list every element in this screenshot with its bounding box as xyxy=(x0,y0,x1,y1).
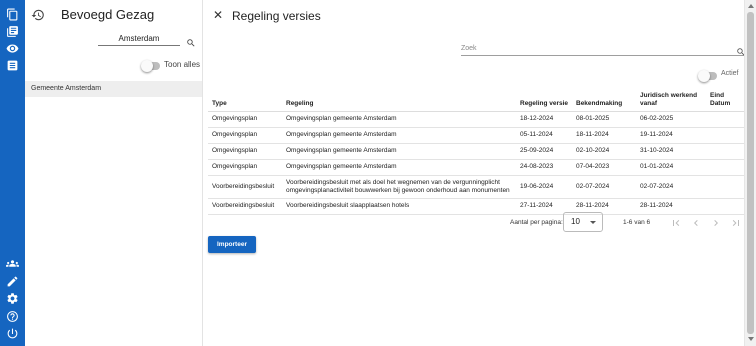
power-icon[interactable] xyxy=(6,327,19,340)
cell-type: Omgevingsplan xyxy=(208,143,282,160)
app-rail xyxy=(0,0,25,346)
page-size-select[interactable]: 10 xyxy=(563,212,603,232)
table-row[interactable]: Voorbereidingsbesluit Voorbereidingsbesl… xyxy=(208,198,746,215)
toon-alles-label: Toon alles xyxy=(164,60,201,69)
column-header-regeling-versie[interactable]: Regeling versie xyxy=(516,90,572,112)
cell-regeling: Omgevingsplan gemeente Amsterdam xyxy=(282,111,516,128)
library-icon[interactable] xyxy=(6,25,19,38)
cell-eind-datum xyxy=(706,159,746,176)
bevoegd-gezag-panel: Bevoegd Gezag Amsterdam Toon alles Gemee… xyxy=(25,0,203,346)
scroll-down-icon[interactable] xyxy=(748,337,754,341)
cell-juridisch-werkend: 31-10-2024 xyxy=(636,143,706,160)
pencil-icon[interactable] xyxy=(6,275,19,288)
cell-regeling: Voorbereidingsbesluit slaapplaatsen hote… xyxy=(282,198,516,215)
toggle-knob xyxy=(698,70,710,82)
list-item-gemeente-amsterdam[interactable]: Gemeente Amsterdam xyxy=(25,81,202,97)
cell-regeling-versie: 18-12-2024 xyxy=(516,111,572,128)
cell-regeling-versie: 25-09-2024 xyxy=(516,143,572,160)
cell-bekendmaking: 18-11-2024 xyxy=(572,127,636,144)
cell-type: Voorbereidingsbesluit xyxy=(208,198,282,215)
document-icon[interactable] xyxy=(6,59,19,72)
cell-eind-datum xyxy=(706,198,746,215)
people-icon[interactable] xyxy=(6,257,19,270)
importeer-button[interactable]: Importeer xyxy=(208,236,256,253)
eye-icon[interactable] xyxy=(6,42,19,55)
previous-page-icon[interactable] xyxy=(690,216,702,228)
cell-type: Omgevingsplan xyxy=(208,127,282,144)
cell-bekendmaking: 02-10-2024 xyxy=(572,143,636,160)
panel-title: Regeling versies xyxy=(232,9,321,23)
table-header-row: Type Regeling Regeling versie Bekendmaki… xyxy=(208,90,746,112)
table-row[interactable]: Voorbereidingsbesluit Voorbereidingsbesl… xyxy=(208,175,746,199)
table-row[interactable]: Omgevingsplan Omgevingsplan gemeente Ams… xyxy=(208,143,746,160)
cell-regeling: Omgevingsplan gemeente Amsterdam xyxy=(282,127,516,144)
cell-juridisch-werkend: 19-11-2024 xyxy=(636,127,706,144)
cell-eind-datum xyxy=(706,175,746,199)
toggle-knob xyxy=(141,60,153,72)
column-header-bekendmaking[interactable]: Bekendmaking xyxy=(572,90,636,112)
help-icon[interactable] xyxy=(6,310,19,323)
scrollbar-thumb[interactable] xyxy=(747,12,754,334)
scroll-up-icon[interactable] xyxy=(748,4,754,8)
cell-eind-datum xyxy=(706,143,746,160)
cell-juridisch-werkend: 06-02-2025 xyxy=(636,111,706,128)
page-range: 1-6 van 6 xyxy=(623,219,651,226)
cell-juridisch-werkend: 28-11-2024 xyxy=(636,198,706,215)
cell-regeling: Omgevingsplan gemeente Amsterdam xyxy=(282,159,516,176)
search-icon[interactable] xyxy=(186,35,196,47)
table-row[interactable]: Omgevingsplan Omgevingsplan gemeente Ams… xyxy=(208,111,746,128)
column-header-regeling[interactable]: Regeling xyxy=(282,90,516,112)
table-row[interactable]: Omgevingsplan Omgevingsplan gemeente Ams… xyxy=(208,127,746,144)
scrollbar[interactable] xyxy=(744,0,756,346)
settings-icon[interactable] xyxy=(6,292,19,305)
zoek-input[interactable]: Zoek xyxy=(461,44,746,56)
cell-juridisch-werkend: 02-07-2024 xyxy=(636,175,706,199)
close-icon[interactable]: ✕ xyxy=(213,9,223,21)
cell-regeling: Voorbereidingsbesluit met als doel het w… xyxy=(282,175,516,199)
cell-juridisch-werkend: 01-01-2024 xyxy=(636,159,706,176)
copy-icon[interactable] xyxy=(6,8,19,21)
cell-type: Omgevingsplan xyxy=(208,111,282,128)
cell-eind-datum xyxy=(706,127,746,144)
regeling-versies-table: Type Regeling Regeling versie Bekendmaki… xyxy=(208,90,746,215)
cell-eind-datum xyxy=(706,111,746,128)
cell-regeling-versie: 19-06-2024 xyxy=(516,175,572,199)
cell-regeling-versie: 05-11-2024 xyxy=(516,127,572,144)
toon-alles-toggle[interactable] xyxy=(141,60,160,72)
cell-type: Omgevingsplan xyxy=(208,159,282,176)
last-page-icon[interactable] xyxy=(730,216,742,228)
regeling-versies-panel: ✕ Regeling versies Zoek Actief Type Rege… xyxy=(203,0,746,346)
page-size-label: Aantal per pagina: xyxy=(510,219,563,226)
cell-bekendmaking: 02-07-2024 xyxy=(572,175,636,199)
next-page-icon[interactable] xyxy=(710,216,722,228)
page-size-value: 10 xyxy=(571,217,580,226)
actief-toggle[interactable] xyxy=(698,70,717,82)
history-icon[interactable] xyxy=(31,8,45,22)
chevron-down-icon xyxy=(590,221,596,224)
column-header-type[interactable]: Type xyxy=(208,90,282,112)
cell-regeling: Omgevingsplan gemeente Amsterdam xyxy=(282,143,516,160)
gezag-search-input[interactable]: Amsterdam xyxy=(98,33,180,46)
table-row[interactable]: Omgevingsplan Omgevingsplan gemeente Ams… xyxy=(208,159,746,176)
panel-title: Bevoegd Gezag xyxy=(61,7,155,22)
cell-bekendmaking: 08-01-2025 xyxy=(572,111,636,128)
column-header-juridisch-werkend-vanaf[interactable]: Juridisch werkend vanaf xyxy=(636,90,706,112)
cell-regeling-versie: 24-08-2023 xyxy=(516,159,572,176)
first-page-icon[interactable] xyxy=(670,216,682,228)
column-header-eind-datum[interactable]: Eind Datum xyxy=(706,90,746,112)
cell-type: Voorbereidingsbesluit xyxy=(208,175,282,199)
actief-label: Actief xyxy=(721,70,739,77)
cell-bekendmaking: 07-04-2023 xyxy=(572,159,636,176)
